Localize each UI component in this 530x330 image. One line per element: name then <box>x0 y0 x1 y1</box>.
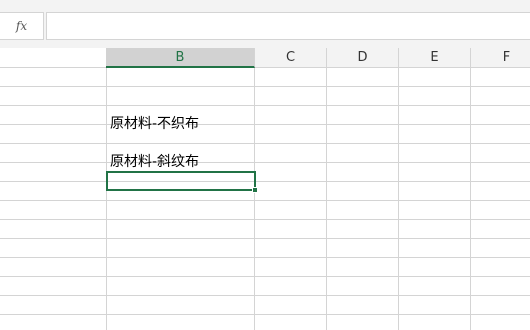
cell-b-material-2[interactable]: 原材料-斜纹布 <box>110 153 199 172</box>
fx-icon: fx <box>15 19 28 33</box>
column-header-d[interactable]: D <box>327 48 399 68</box>
gridline <box>254 68 255 330</box>
gridline <box>470 68 471 330</box>
fill-handle[interactable] <box>252 187 258 193</box>
gridline <box>106 68 107 330</box>
gridline <box>398 68 399 330</box>
column-header-e[interactable]: E <box>399 48 471 68</box>
cell-grid[interactable] <box>0 68 530 330</box>
formula-bar: fx <box>0 0 530 49</box>
formula-input[interactable] <box>46 12 530 40</box>
active-cell-selection[interactable] <box>106 171 256 191</box>
gridline <box>326 68 327 330</box>
cell-b-material-1[interactable]: 原材料-不织布 <box>110 115 199 134</box>
column-header-b[interactable]: B <box>106 48 255 68</box>
column-header-f[interactable]: F <box>471 48 530 68</box>
insert-function-button[interactable]: fx <box>0 12 44 40</box>
column-header-c[interactable]: C <box>255 48 327 68</box>
row-header-area <box>0 48 106 68</box>
